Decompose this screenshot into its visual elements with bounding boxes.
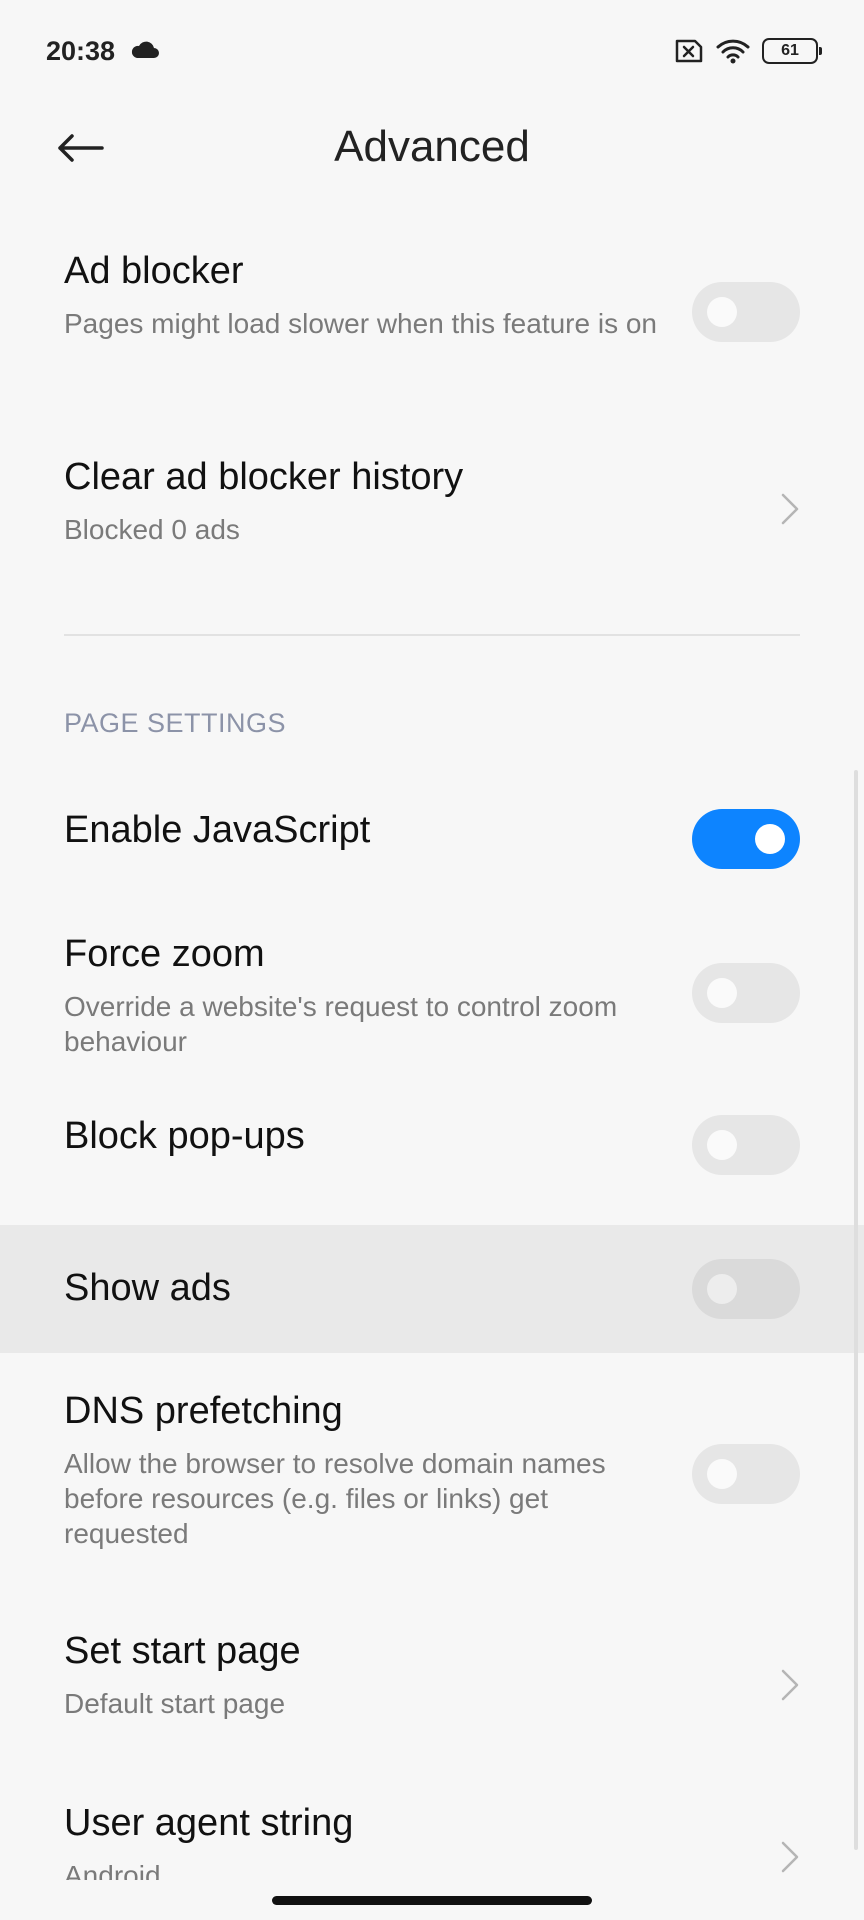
- setting-subtitle: Default start page: [64, 1688, 286, 1719]
- setting-title: Enable JavaScript: [64, 809, 371, 851]
- chevron-right-icon: [781, 493, 799, 525]
- chevron-right-icon: [781, 1841, 799, 1873]
- status-time: 20:38: [46, 36, 116, 66]
- sim-disabled-icon: [675, 39, 703, 63]
- block-popups-toggle[interactable]: [692, 1115, 800, 1175]
- dns-prefetching-toggle[interactable]: [692, 1444, 800, 1504]
- setting-subtitle: Allow the browser to resolve domain name…: [64, 1448, 606, 1549]
- page-title: Advanced: [334, 122, 530, 171]
- home-indicator[interactable]: [272, 1896, 592, 1905]
- chevron-right-icon: [781, 1669, 799, 1701]
- setting-dns-prefetching[interactable]: DNS prefetching Allow the browser to res…: [0, 1390, 864, 1580]
- setting-subtitle: Pages might load slower when this featur…: [64, 308, 657, 339]
- setting-show-ads[interactable]: Show ads: [0, 1225, 864, 1353]
- setting-subtitle: Override a website's request to control …: [64, 991, 618, 1057]
- setting-enable-javascript[interactable]: Enable JavaScript: [0, 785, 864, 895]
- setting-clear-ad-blocker-history[interactable]: Clear ad blocker history Blocked 0 ads: [0, 440, 864, 580]
- setting-block-popups[interactable]: Block pop-ups: [0, 1095, 864, 1195]
- ad-blocker-toggle[interactable]: [692, 282, 800, 342]
- wifi-icon: [716, 39, 750, 64]
- setting-user-agent-string[interactable]: User agent string Android: [0, 1802, 864, 1880]
- setting-set-start-page[interactable]: Set start page Default start page: [0, 1630, 864, 1750]
- battery-icon: 61: [762, 38, 822, 64]
- force-zoom-toggle[interactable]: [692, 963, 800, 1023]
- setting-title: Set start page: [64, 1630, 301, 1672]
- show-ads-toggle[interactable]: [692, 1259, 800, 1319]
- section-label-page-settings: PAGE SETTINGS: [64, 708, 287, 738]
- status-icons: 61: [674, 38, 822, 64]
- setting-title: Force zoom: [64, 933, 265, 975]
- setting-subtitle: Android: [64, 1860, 161, 1880]
- setting-title: Show ads: [64, 1267, 231, 1309]
- javascript-toggle[interactable]: [692, 809, 800, 869]
- setting-title: Block pop-ups: [64, 1115, 305, 1157]
- setting-title: Clear ad blocker history: [64, 456, 464, 498]
- setting-subtitle: Blocked 0 ads: [64, 514, 240, 545]
- section-divider: [64, 634, 800, 636]
- setting-title: DNS prefetching: [64, 1390, 343, 1432]
- battery-level: 61: [781, 42, 799, 59]
- setting-title: User agent string: [64, 1802, 354, 1844]
- scrollbar[interactable]: [854, 770, 858, 1850]
- status-bar: 20:38 61: [0, 0, 864, 100]
- setting-title: Ad blocker: [64, 250, 244, 292]
- setting-force-zoom[interactable]: Force zoom Override a website's request …: [0, 915, 864, 1065]
- cloud-icon: [131, 41, 159, 58]
- settings-list[interactable]: Ad blocker Pages might load slower when …: [0, 200, 864, 1880]
- app-header: Advanced: [0, 100, 864, 200]
- setting-ad-blocker[interactable]: Ad blocker Pages might load slower when …: [0, 240, 864, 396]
